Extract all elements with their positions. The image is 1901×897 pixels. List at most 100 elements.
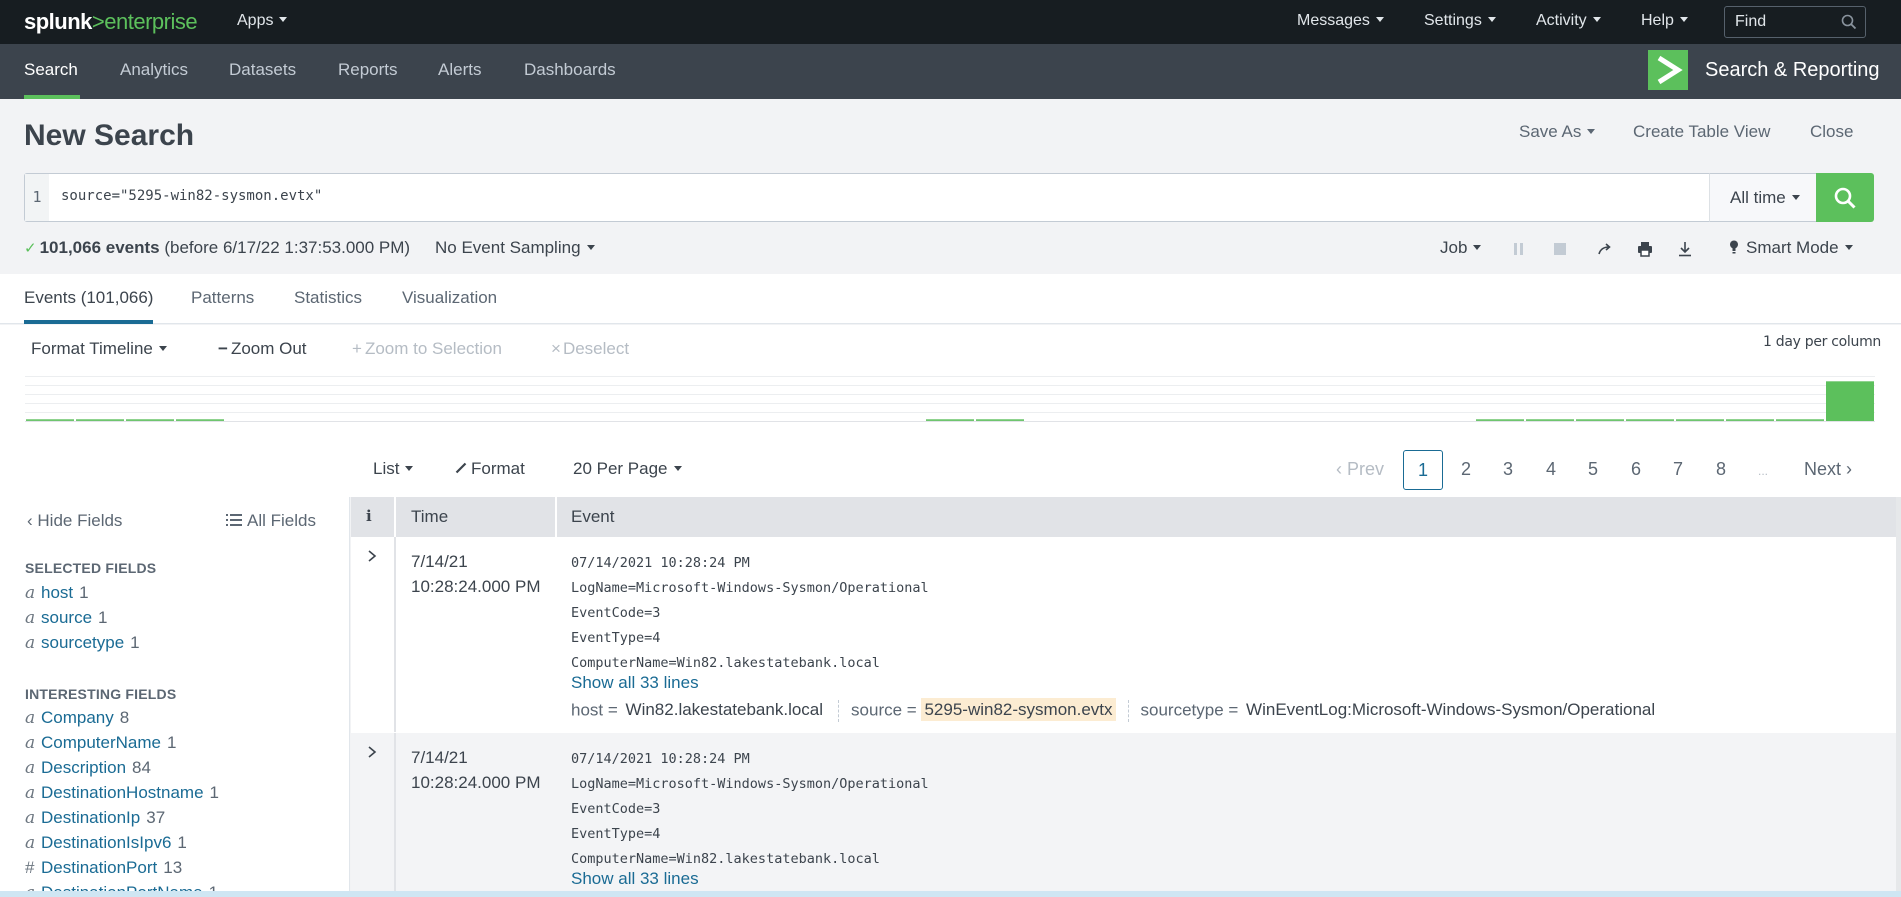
close-button[interactable]: Close bbox=[1810, 122, 1853, 142]
time-column-header[interactable]: Time bbox=[411, 497, 448, 537]
event-time[interactable]: 7/14/21 10:28:24.000 PM bbox=[411, 745, 540, 795]
format-button[interactable]: Format bbox=[455, 459, 525, 479]
plus-icon: + bbox=[352, 339, 362, 358]
job-menu[interactable]: Job bbox=[1440, 238, 1482, 258]
splunk-logo[interactable]: splunk>enterprise bbox=[24, 9, 198, 35]
timeline-bar[interactable] bbox=[976, 419, 1024, 421]
timeline-bar[interactable] bbox=[76, 419, 124, 421]
format-timeline-menu[interactable]: Format Timeline bbox=[31, 339, 167, 359]
search-button[interactable] bbox=[1816, 173, 1874, 222]
page-7[interactable]: 7 bbox=[1663, 450, 1693, 490]
per-page-label: 20 Per Page bbox=[573, 459, 668, 478]
event-count[interactable]: 101,066 events bbox=[40, 238, 160, 257]
tab-statistics[interactable]: Statistics bbox=[294, 288, 362, 308]
export-icon[interactable] bbox=[1676, 240, 1694, 258]
page-8[interactable]: 8 bbox=[1706, 450, 1736, 490]
timeline-bar[interactable] bbox=[926, 419, 974, 421]
chevron-right-icon bbox=[1657, 55, 1683, 85]
tab-patterns[interactable]: Patterns bbox=[191, 288, 254, 308]
results-toolbar: List Format 20 Per Page ‹ Prev 1 2 3 4 5… bbox=[0, 433, 1901, 497]
timeline-bar[interactable] bbox=[1676, 419, 1724, 421]
search-mode-menu[interactable]: Smart Mode bbox=[1728, 238, 1853, 258]
timeline-bar[interactable] bbox=[26, 419, 74, 421]
tab-visualization[interactable]: Visualization bbox=[402, 288, 497, 308]
settings-menu[interactable]: Settings bbox=[1424, 12, 1496, 30]
tab-events[interactable]: Events (101,066) bbox=[24, 288, 153, 308]
chevron-right-icon[interactable] bbox=[365, 745, 379, 759]
per-page-menu[interactable]: 20 Per Page bbox=[573, 459, 682, 479]
save-as-menu[interactable]: Save As bbox=[1519, 122, 1596, 142]
stop-icon[interactable] bbox=[1551, 240, 1569, 258]
timeline-bar[interactable] bbox=[1626, 419, 1674, 421]
timeline-bar[interactable] bbox=[1526, 419, 1574, 421]
nav-tab-datasets[interactable]: Datasets bbox=[229, 60, 296, 80]
timeline-bar[interactable] bbox=[176, 419, 224, 421]
nav-tab-search[interactable]: Search bbox=[24, 60, 78, 80]
nav-tab-reports[interactable]: Reports bbox=[338, 60, 398, 80]
search-query-input[interactable] bbox=[61, 188, 1661, 204]
zoom-out-button[interactable]: − Zoom Out bbox=[218, 339, 307, 359]
apps-menu[interactable]: Apps bbox=[237, 12, 288, 30]
find-input[interactable] bbox=[1725, 7, 1835, 37]
sourcetype-value[interactable]: WinEventLog:Microsoft-Windows-Sysmon/Ope… bbox=[1243, 698, 1658, 721]
event-line: EventType=4 bbox=[571, 826, 661, 842]
caret-down-icon bbox=[1587, 129, 1596, 135]
source-value[interactable]: 5295-win82-sysmon.evtx bbox=[921, 698, 1116, 722]
create-table-view-button[interactable]: Create Table View bbox=[1633, 122, 1770, 142]
page-3[interactable]: 3 bbox=[1493, 450, 1523, 490]
field-host[interactable]: a host 1 bbox=[25, 583, 89, 603]
share-icon[interactable] bbox=[1596, 240, 1614, 258]
timeline-bar[interactable] bbox=[1576, 419, 1624, 421]
pencil-icon bbox=[455, 462, 467, 474]
timeline-bar[interactable] bbox=[126, 419, 174, 421]
gridline bbox=[25, 385, 1875, 386]
page-5[interactable]: 5 bbox=[1578, 450, 1608, 490]
show-all-lines-link[interactable]: Show all 33 lines bbox=[571, 673, 699, 693]
page-6[interactable]: 6 bbox=[1621, 450, 1651, 490]
all-fields-button[interactable]: All Fields bbox=[226, 511, 316, 531]
next-label: Next bbox=[1803, 459, 1841, 479]
time-range-picker[interactable]: All time bbox=[1709, 173, 1817, 222]
page-2[interactable]: 2 bbox=[1451, 450, 1481, 490]
zoom-to-selection-button[interactable]: + Zoom to Selection bbox=[352, 339, 502, 359]
nav-tab-dashboards[interactable]: Dashboards bbox=[524, 60, 616, 80]
field-destinationisipv6[interactable]: a DestinationIsIpv6 1 bbox=[25, 833, 187, 853]
list-view-menu[interactable]: List bbox=[373, 459, 414, 479]
timeline-bar[interactable] bbox=[1826, 381, 1874, 421]
help-menu[interactable]: Help bbox=[1641, 12, 1688, 30]
field-description[interactable]: a Description 84 bbox=[25, 758, 151, 778]
event-time[interactable]: 7/14/21 10:28:24.000 PM bbox=[411, 549, 540, 599]
activity-menu[interactable]: Activity bbox=[1536, 12, 1601, 30]
deselect-button[interactable]: × Deselect bbox=[551, 339, 629, 359]
pause-icon[interactable] bbox=[1510, 240, 1528, 258]
page-1[interactable]: 1 bbox=[1403, 450, 1443, 490]
show-all-lines-link[interactable]: Show all 33 lines bbox=[571, 869, 699, 889]
host-value[interactable]: Win82.lakestatebank.local bbox=[623, 698, 827, 721]
field-destinationip[interactable]: a DestinationIp 37 bbox=[25, 808, 165, 828]
search-icon[interactable] bbox=[1841, 14, 1857, 30]
field-source[interactable]: a source 1 bbox=[25, 608, 108, 628]
field-company[interactable]: a Company 8 bbox=[25, 708, 129, 728]
prev-page-button[interactable]: ‹ Prev bbox=[1330, 450, 1390, 490]
timeline-bar[interactable] bbox=[1476, 419, 1524, 421]
timeline-chart[interactable] bbox=[25, 376, 1875, 422]
timeline-bar[interactable] bbox=[1726, 419, 1774, 421]
next-page-button[interactable]: Next › bbox=[1798, 450, 1858, 490]
field-destinationhostname[interactable]: a DestinationHostname 1 bbox=[25, 783, 219, 803]
timeline-bar[interactable] bbox=[1776, 419, 1824, 421]
field-destinationport[interactable]: # DestinationPort 13 bbox=[25, 858, 182, 878]
chevron-left-icon: ‹ bbox=[27, 511, 38, 530]
string-type-icon: a bbox=[25, 833, 36, 853]
event-sampling-menu[interactable]: No Event Sampling bbox=[435, 238, 595, 258]
scrollbar[interactable] bbox=[1896, 497, 1901, 897]
page-4[interactable]: 4 bbox=[1536, 450, 1566, 490]
chevron-right-icon[interactable] bbox=[365, 549, 379, 563]
messages-menu[interactable]: Messages bbox=[1297, 12, 1384, 30]
print-icon[interactable] bbox=[1636, 240, 1654, 258]
nav-tab-analytics[interactable]: Analytics bbox=[120, 60, 188, 80]
hide-fields-button[interactable]: ‹ Hide Fields bbox=[27, 511, 122, 531]
nav-tab-alerts[interactable]: Alerts bbox=[438, 60, 481, 80]
column-divider bbox=[394, 733, 396, 897]
field-computername[interactable]: a ComputerName 1 bbox=[25, 733, 176, 753]
field-sourcetype[interactable]: a sourcetype 1 bbox=[25, 633, 140, 653]
